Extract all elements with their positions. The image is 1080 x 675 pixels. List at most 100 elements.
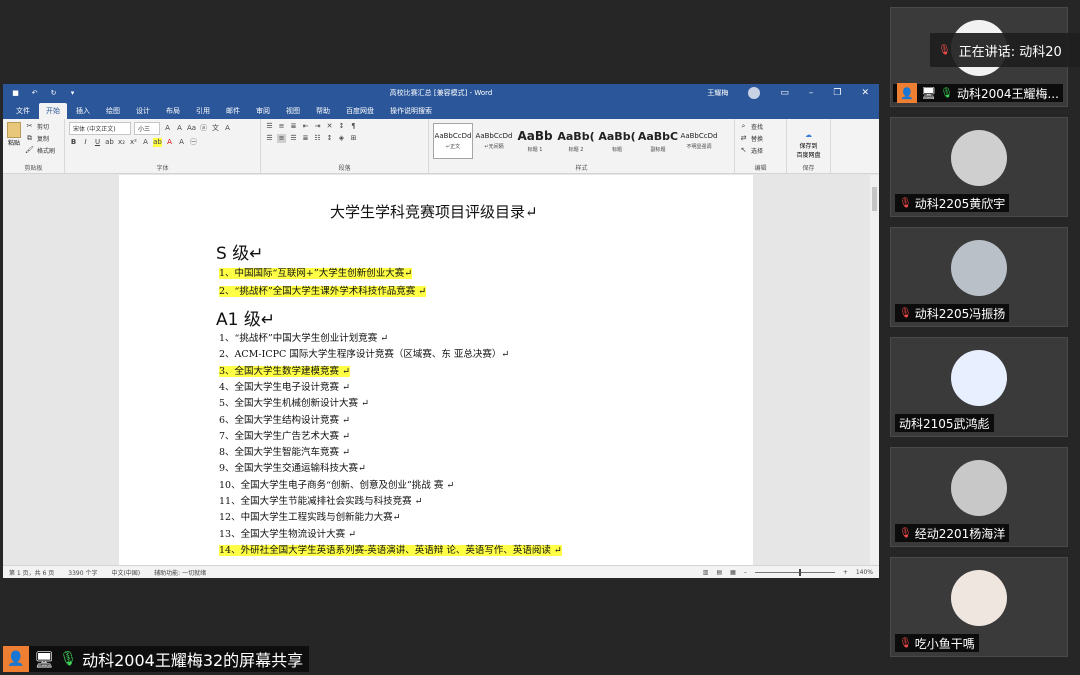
scroll-thumb[interactable] (872, 187, 877, 211)
tab-12[interactable]: 操作说明搜索 (383, 103, 439, 119)
zoom-out-icon[interactable]: – (744, 569, 747, 576)
text-effects-icon[interactable]: A (141, 138, 150, 147)
numbering-icon[interactable]: ≡ (277, 122, 286, 131)
phonetic-icon[interactable]: 文 (211, 124, 220, 133)
cut-button[interactable]: ✂ 剪切 (25, 122, 55, 131)
copy-icon: ⧉ (27, 134, 32, 142)
bold-icon[interactable]: B (69, 138, 78, 147)
minimize-icon[interactable]: – (809, 88, 814, 98)
format-painter-button[interactable]: 🖌 格式刷 (25, 146, 55, 155)
underline-icon[interactable]: U (93, 138, 102, 147)
print-layout-icon[interactable]: ▤ (716, 569, 722, 576)
participant-tile[interactable]: 🎙 吃小鱼干嗎 (890, 557, 1068, 657)
style-tile[interactable]: AaBbCcDd ↵无间隔 (474, 123, 514, 159)
clipboard-group: 粘贴 ✂ 剪切 ⧉ 复制 🖌 格式刷 剪贴板 (3, 119, 65, 173)
justify-icon[interactable]: ≣ (301, 134, 310, 143)
participant-name: 吃小鱼干嗎 (914, 636, 975, 651)
redo-icon[interactable]: ↻ (49, 89, 58, 98)
superscript-icon[interactable]: x² (129, 138, 138, 147)
strikethrough-icon[interactable]: ab (105, 138, 114, 147)
asian-layout-icon[interactable]: ✕ (325, 122, 334, 131)
document-page[interactable]: 大学生学科竞赛项目评级目录↵ S 级↵ A1 级↵ 1、中国国际“互联网+”大学… (119, 175, 753, 565)
word-count[interactable]: 3390 个字 (68, 568, 97, 577)
tab-6[interactable]: 引用 (189, 103, 217, 119)
grow-font-icon[interactable]: A (163, 124, 172, 133)
participant-tile[interactable]: 🎙 动科2205黄欣宇 (890, 117, 1068, 217)
paste-button[interactable]: 粘贴 (7, 122, 21, 158)
participant-tile[interactable]: 🎙 经动2201杨海洋 (890, 447, 1068, 547)
style-tile[interactable]: AaBbC 副标题 (638, 123, 678, 159)
tab-2[interactable]: 插入 (69, 103, 97, 119)
zoom-in-icon[interactable]: + (843, 569, 848, 576)
shading-icon[interactable]: ◈ (337, 134, 346, 143)
zoom-slider[interactable] (754, 568, 835, 576)
replace-button[interactable]: ⇄ 替换 (739, 134, 782, 143)
participant-tile[interactable]: 动科2105武鸿彪 (890, 337, 1068, 437)
meeting-stage: ■ ↶ ↻ ▾ 高校比赛汇总 [兼容模式] - Word 王耀梅 ▭ – ❐ ✕… (0, 0, 1080, 675)
tab-3[interactable]: 绘图 (99, 103, 127, 119)
style-tile[interactable]: AaBb(标题 (597, 123, 637, 159)
search-icon: ⌕ (741, 122, 746, 130)
italic-icon[interactable]: I (81, 138, 90, 147)
tab-0[interactable]: 文件 (9, 103, 37, 119)
accessibility-status[interactable]: 辅助功能: 一切就绪 (154, 568, 206, 577)
borders-icon[interactable]: ⊞ (349, 134, 358, 143)
align-right-icon[interactable]: ☰ (289, 134, 298, 143)
highlight-icon[interactable]: ab (153, 138, 162, 147)
subscript-icon[interactable]: x₂ (117, 138, 126, 147)
copy-button[interactable]: ⧉ 复制 (25, 134, 55, 143)
select-button[interactable]: ↖ 选择 (739, 146, 782, 155)
char-shading-icon[interactable]: A (177, 138, 186, 147)
change-case-icon[interactable]: Aa (187, 124, 196, 133)
multilevel-list-icon[interactable]: ≣ (289, 122, 298, 131)
char-border-icon[interactable]: A (223, 124, 232, 133)
font-size-select[interactable]: 小三 (134, 122, 160, 135)
line-spacing-icon[interactable]: ↕ (325, 134, 334, 143)
shrink-font-icon[interactable]: A (175, 124, 184, 133)
save-icon[interactable]: ■ (11, 89, 20, 98)
increase-indent-icon[interactable]: ⇥ (313, 122, 322, 131)
decrease-indent-icon[interactable]: ⇤ (301, 122, 310, 131)
bullets-icon[interactable]: ☰ (265, 122, 274, 131)
tab-10[interactable]: 帮助 (309, 103, 337, 119)
style-tile[interactable]: AaBbCcDd ↵正文 (433, 123, 473, 159)
align-center-icon[interactable]: ≡ (277, 134, 286, 143)
font-color-icon[interactable]: A (165, 138, 174, 147)
clear-format-icon[interactable]: ⓐ (199, 124, 208, 133)
tab-8[interactable]: 审阅 (249, 103, 277, 119)
tab-4[interactable]: 设计 (129, 103, 157, 119)
align-left-icon[interactable]: ☰ (265, 134, 274, 143)
tab-11[interactable]: 百度网盘 (339, 103, 381, 119)
list-item: 5、全国大学生机械创新设计大赛 ↵ (219, 397, 369, 410)
style-tile[interactable]: AaBb(标题 2 (556, 123, 596, 159)
list-item: 4、全国大学生电子设计竞赛 ↵ (219, 381, 350, 394)
style-tile[interactable]: AaBbCcDd 不明显强调 (679, 123, 719, 159)
user-avatar[interactable] (748, 87, 761, 99)
tab-9[interactable]: 视图 (279, 103, 307, 119)
zoom-level[interactable]: 140% (856, 569, 873, 576)
web-layout-icon[interactable]: ▦ (730, 569, 736, 576)
style-tile[interactable]: AaBb 标题 1 (515, 123, 555, 159)
customize-icon[interactable]: ▾ (68, 89, 77, 98)
language[interactable]: 中文(中国) (111, 568, 140, 577)
page-count[interactable]: 第 1 页，共 6 页 (9, 568, 54, 577)
show-marks-icon[interactable]: ¶ (349, 122, 358, 131)
tab-5[interactable]: 布局 (159, 103, 187, 119)
close-icon[interactable]: ✕ (861, 88, 869, 98)
save-to-baidu-button[interactable]: ☁ 保存到 百度网盘 (791, 122, 826, 159)
find-button[interactable]: ⌕ 查找 (739, 122, 782, 131)
undo-icon[interactable]: ↶ (30, 89, 39, 98)
font-name-select[interactable]: 宋体 (中文正文) (69, 122, 131, 135)
sort-icon[interactable]: ↕ (337, 122, 346, 131)
restore-icon[interactable]: ❐ (833, 88, 841, 98)
distributed-icon[interactable]: ☷ (313, 134, 322, 143)
ribbon-display-icon[interactable]: ▭ (780, 88, 789, 98)
tab-7[interactable]: 邮件 (219, 103, 247, 119)
participant-tile[interactable]: 🎙 动科2205冯振扬 (890, 227, 1068, 327)
vertical-scrollbar[interactable] (870, 175, 879, 565)
read-mode-icon[interactable]: ▥ (703, 569, 709, 576)
participant-name-tag: 🎙 动科2205黄欣宇 (895, 194, 1010, 212)
tab-1[interactable]: 开始 (39, 103, 67, 119)
enclose-char-icon[interactable]: ㊀ (189, 138, 198, 147)
list-item-text: 1、“挑战杯”中国大学生创业计划竞赛 ↵ (219, 333, 389, 344)
